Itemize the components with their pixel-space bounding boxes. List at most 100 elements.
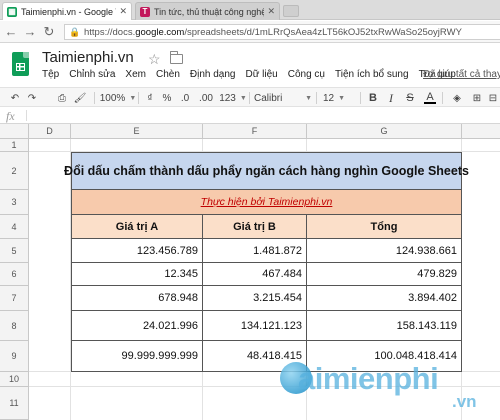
zoom-select[interactable]: 100% ▼ — [99, 91, 137, 105]
header-cell-value-b[interactable]: Giá trị B — [202, 215, 307, 239]
column-header-h[interactable] — [462, 124, 500, 139]
google-sheets-logo-icon[interactable] — [12, 52, 29, 76]
increase-decimal-button[interactable]: .00 — [197, 91, 215, 105]
row-header-3[interactable]: 3 — [0, 190, 29, 215]
forward-icon[interactable]: → — [22, 24, 38, 40]
print-icon[interactable]: ⎙ — [55, 91, 69, 105]
browser-tab-news[interactable]: T Tin tức, thủ thuật công nghệ mới nhất … — [135, 2, 280, 20]
table-cell-total[interactable]: 479.829 — [306, 263, 462, 286]
bold-button[interactable]: B — [367, 91, 379, 105]
menu-data[interactable]: Dữ liệu — [245, 69, 277, 80]
header-cell-value-a[interactable]: Giá trị A — [71, 215, 203, 239]
more-formats-select[interactable]: 123 ▼ — [219, 91, 247, 105]
chevron-down-icon: ▼ — [338, 94, 346, 102]
taimienphi-watermark: aimienphi .vn — [276, 356, 496, 416]
sheets-favicon-icon: ▦ — [7, 6, 17, 17]
undo-icon[interactable]: ↶ — [8, 91, 22, 105]
row-header-2[interactable]: 2 — [0, 152, 29, 190]
header-cell-total[interactable]: Tổng — [306, 215, 462, 239]
chevron-down-icon: ▼ — [129, 94, 137, 102]
table-cell-a[interactable]: 123.456.789 — [71, 239, 203, 263]
url-field[interactable]: 🔒 https://docs. google.com/spreadsheets/d… — [64, 24, 500, 40]
column-header-g[interactable]: G — [307, 124, 462, 139]
url-host: google.com — [135, 26, 185, 38]
toolbar-separator — [94, 92, 95, 104]
italic-button[interactable]: I — [386, 91, 396, 105]
more-formats-label: 123 — [219, 92, 236, 104]
table-cell-a[interactable]: 24.021.996 — [71, 311, 203, 341]
text-color-button[interactable]: A — [424, 91, 436, 104]
lock-icon: 🔒 — [69, 26, 81, 37]
watermark-text: aimienphi — [298, 361, 439, 396]
close-tab-icon[interactable]: ✕ — [119, 6, 127, 17]
menu-edit[interactable]: Chỉnh sửa — [69, 69, 115, 80]
row-header-5[interactable]: 5 — [0, 239, 29, 263]
menu-format[interactable]: Định dạng — [190, 69, 236, 80]
currency-format-button[interactable]: ₫ — [144, 91, 156, 105]
menu-tools[interactable]: Công cụ — [288, 69, 325, 80]
folder-icon[interactable] — [169, 51, 183, 64]
font-size-value: 12 — [322, 92, 335, 104]
table-cell-b[interactable]: 134.121.123 — [202, 311, 307, 341]
font-size-select[interactable]: 12 ▼ — [322, 91, 346, 105]
document-title[interactable]: Taimienphi.vn — [42, 49, 134, 66]
column-header-d[interactable]: D — [29, 124, 71, 139]
row-header-7[interactable]: 7 — [0, 286, 29, 311]
table-cell-b[interactable]: 3.215.454 — [202, 286, 307, 311]
table-subtitle-cell[interactable]: Thực hiện bởi Taimienphi.vn — [71, 190, 462, 215]
new-tab-button[interactable] — [283, 5, 299, 17]
url-prefix: https://docs. — [84, 26, 136, 38]
redo-icon[interactable]: ↷ — [25, 91, 39, 105]
chevron-down-icon: ▼ — [239, 94, 247, 102]
row-header-4[interactable]: 4 — [0, 215, 29, 239]
table-cell-a[interactable]: 12.345 — [71, 263, 203, 286]
font-select[interactable]: Calibri ▼ — [254, 91, 312, 105]
back-icon[interactable]: ← — [3, 24, 19, 40]
menu-insert[interactable]: Chèn — [156, 69, 180, 80]
table-cell-total[interactable]: 124.938.661 — [306, 239, 462, 263]
paint-format-icon[interactable]: 🖌 — [73, 91, 87, 105]
row-header-10[interactable]: 10 — [0, 372, 29, 387]
table-cell-b[interactable]: 1.481.872 — [202, 239, 307, 263]
menu-file[interactable]: Tệp — [42, 69, 59, 80]
tab-label: Tin tức, thủ thuật công nghệ mới nhất — [154, 6, 265, 17]
zoom-value: 100% — [99, 92, 126, 104]
taimienphi-favicon-icon: T — [140, 6, 150, 17]
select-all-corner[interactable] — [0, 124, 29, 139]
decrease-decimal-button[interactable]: .0 — [178, 91, 192, 105]
toolbar-separator — [360, 92, 361, 104]
menu-addons[interactable]: Tiện ích bổ sung — [335, 69, 409, 80]
merge-cells-icon[interactable]: ⊟ — [487, 91, 499, 105]
table-cell-total[interactable]: 158.143.119 — [306, 311, 462, 341]
borders-icon[interactable]: ⊞ — [470, 91, 484, 105]
percent-format-button[interactable]: % — [161, 91, 173, 105]
column-header-f[interactable]: F — [203, 124, 307, 139]
close-tab-icon[interactable]: ✕ — [267, 6, 275, 17]
row-header-11[interactable]: 11 — [0, 387, 29, 420]
reload-icon[interactable]: ↻ — [41, 24, 57, 40]
row-header-6[interactable]: 6 — [0, 263, 29, 286]
last-edit-status[interactable]: Đã lưu tất cả thay đổi — [423, 69, 500, 80]
menu-view[interactable]: Xem — [125, 69, 146, 80]
fill-color-icon[interactable]: ◈ — [450, 91, 464, 105]
strikethrough-button[interactable]: S — [404, 91, 416, 105]
table-cell-total[interactable]: 3.894.402 — [306, 286, 462, 311]
formula-separator — [26, 110, 27, 121]
toolbar-separator — [138, 92, 139, 104]
row-header-9[interactable]: 9 — [0, 341, 29, 372]
chevron-down-icon: ▼ — [305, 94, 312, 102]
toolbar-separator — [316, 92, 317, 104]
column-header-e[interactable]: E — [71, 124, 203, 139]
table-cell-a[interactable]: 678.948 — [71, 286, 203, 311]
font-name: Calibri — [254, 92, 283, 104]
row-header-1[interactable]: 1 — [0, 139, 29, 152]
row-header-8[interactable]: 8 — [0, 311, 29, 341]
browser-tab-sheets[interactable]: ▦ Taimienphi.vn - Google Trang tính ✕ — [2, 2, 132, 20]
table-title-cell[interactable]: Đổi dấu chấm thành dấu phẩy ngăn cách hà… — [64, 152, 469, 190]
star-icon[interactable]: ☆ — [148, 51, 161, 68]
formula-bar[interactable]: fx — [0, 107, 500, 124]
address-bar: ← → ↻ 🔒 https://docs. google.com/spreadsh… — [0, 21, 500, 43]
table-cell-a[interactable]: 99.999.999.999 — [71, 341, 203, 372]
table-cell-b[interactable]: 467.484 — [202, 263, 307, 286]
toolbar: ↶ ↷ ⎙ 🖌 100% ▼ ₫ % .0 .00 123 ▼ Calibri ▼ 1… — [0, 87, 500, 107]
